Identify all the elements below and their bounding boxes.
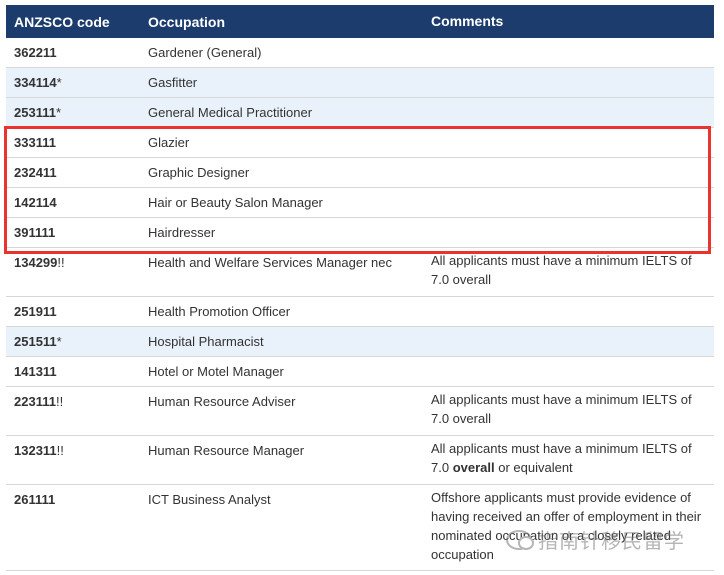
table-row: 333111 Glazier [6,128,714,158]
anzsco-code: 333111 [14,135,56,150]
comment: All applicants must have a minimum IELTS… [431,436,714,477]
comment [431,68,714,75]
code-marker: * [55,105,62,120]
comment [431,128,714,135]
header-occupation: Occupation [148,13,226,30]
anzsco-code: 141311 [14,364,57,379]
comment [431,158,714,165]
occupation-name: Human Resource Manager [148,443,305,458]
anzsco-code: 134299 [14,255,58,270]
anzsco-code: 251911 [14,304,57,319]
occupation-name: Health Promotion Officer [148,304,291,319]
code-marker: * [56,334,62,349]
table-row: 391111 Hairdresser [6,218,714,248]
table-row: 253111* General Medical Practitioner [6,98,714,128]
anzsco-code: 142114 [14,195,57,210]
comment [431,38,714,45]
occupation-name: Gardener (General) [148,45,262,60]
anzsco-code: 251511 [14,334,57,349]
occupation-name: Graphic Designer [148,165,250,180]
code-marker: !! [55,394,64,409]
occupation-name: Hairdresser [148,225,216,240]
table-row: 232411 Graphic Designer [6,158,714,188]
table-row: 223111!! Human Resource Adviser All appl… [6,387,714,436]
comment [431,218,714,225]
comment [431,297,714,304]
code-marker: !! [56,443,64,458]
occupation-name: Health and Welfare Services Manager nec [148,255,392,270]
anzsco-code: 223111 [14,394,56,409]
occupation-name: Hair or Beauty Salon Manager [148,195,323,210]
table-header: ANZSCO code Occupation Comments [6,5,714,38]
anzsco-code: 334114 [14,75,57,90]
table-row: 251911 Health Promotion Officer [6,297,714,327]
occupation-name: General Medical Practitioner [148,105,313,120]
occupation-name: Gasfitter [148,75,198,90]
occupation-name: Hotel or Motel Manager [148,364,284,379]
watermark-text: 指南针移民留学 [538,531,685,553]
occupation-name: Hospital Pharmacist [148,334,264,349]
table-row: 132311!! Human Resource Manager All appl… [6,436,714,485]
wechat-icon [506,529,534,550]
occupation-table: ANZSCO code Occupation Comments 362211 G… [6,5,714,571]
comment-bold-text: overall [452,460,495,475]
anzsco-code: 362211 [14,45,57,60]
table-row: 134299!! Health and Welfare Services Man… [6,248,714,297]
anzsco-code: 132311 [14,443,57,458]
comment [431,327,714,334]
table-row: 362211 Gardener (General) [6,38,714,68]
anzsco-code: 261111 [14,492,56,507]
anzsco-code: 391111 [14,225,56,240]
comment [431,98,714,105]
anzsco-code: 232411 [14,165,57,180]
header-code: ANZSCO code [14,13,110,30]
watermark: 指南针移民留学 [506,525,685,554]
code-marker: !! [57,255,65,270]
occupation-name: Human Resource Adviser [148,394,296,409]
comment [431,188,714,195]
comment [431,357,714,364]
code-marker: * [56,75,62,90]
occupation-name: Glazier [148,135,190,150]
table-row: 141311 Hotel or Motel Manager [6,357,714,387]
comment: All applicants must have a minimum IELTS… [431,392,692,426]
occupation-name: ICT Business Analyst [148,492,271,507]
comment-text: or equivalent [494,460,573,475]
header-comments: Comments [431,13,504,29]
comment: All applicants must have a minimum IELTS… [431,253,692,287]
table-row: 334114* Gasfitter [6,68,714,98]
table-row: 142114 Hair or Beauty Salon Manager [6,188,714,218]
anzsco-code: 253111 [14,105,56,120]
table-row: 251511* Hospital Pharmacist [6,327,714,357]
